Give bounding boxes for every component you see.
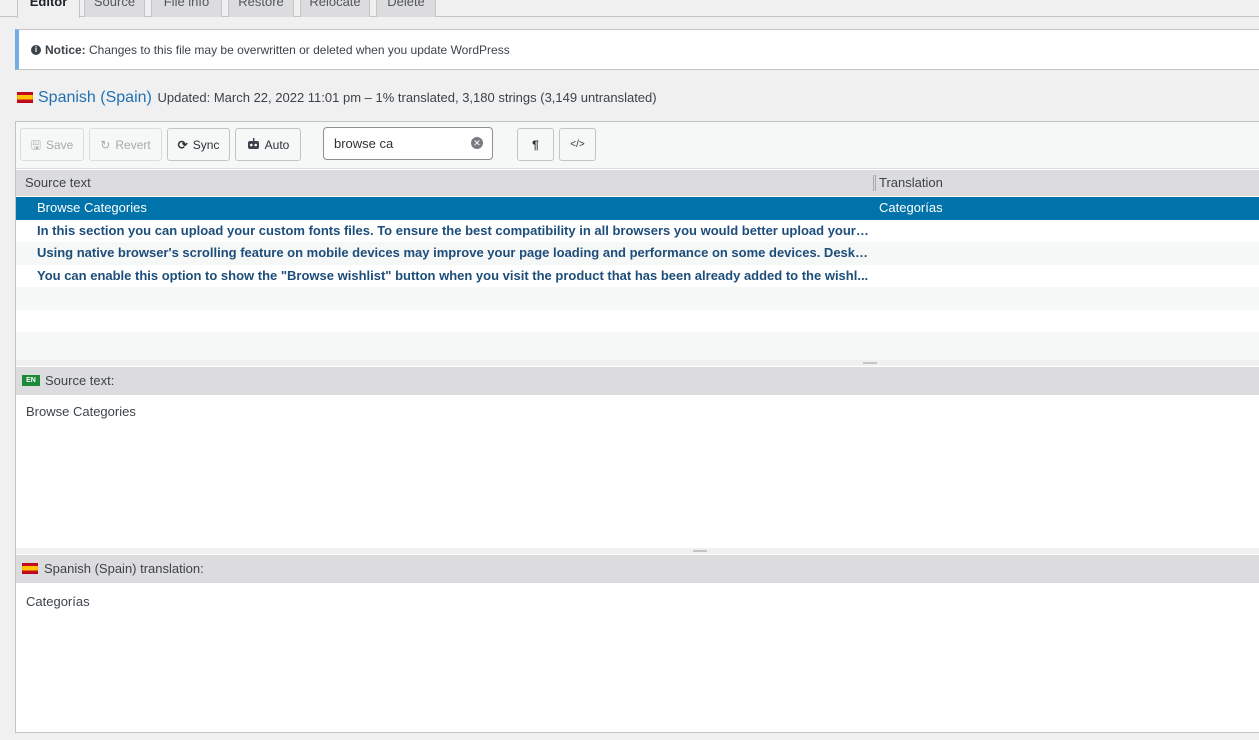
info-icon: i bbox=[31, 44, 41, 55]
column-source-text[interactable]: Source text bbox=[25, 170, 91, 196]
editor-panel: 🖫 Save ↻ Revert ⟳ Sync Auto browse ca ✕ … bbox=[15, 121, 1259, 733]
pilcrow-icon: ¶ bbox=[532, 137, 539, 152]
empty-row bbox=[16, 287, 1259, 310]
grip-icon bbox=[693, 550, 707, 552]
grip-icon bbox=[863, 362, 877, 364]
search-value: browse ca bbox=[334, 136, 394, 151]
translation-label: Spanish (Spain) translation: bbox=[44, 561, 204, 576]
save-label: Save bbox=[45, 137, 74, 152]
spain-flag-icon bbox=[17, 92, 33, 104]
robot-icon bbox=[247, 137, 260, 152]
search-input[interactable]: browse ca ✕ bbox=[323, 127, 493, 160]
tab-delete[interactable]: Delete bbox=[376, 0, 436, 17]
empty-row bbox=[16, 332, 1259, 360]
save-button[interactable]: 🖫 Save bbox=[20, 128, 84, 161]
english-flag-icon: EN bbox=[22, 375, 40, 387]
floppy-icon: 🖫 bbox=[30, 137, 41, 152]
tab-bar: Editor Source File info Restore Relocate… bbox=[0, 0, 1259, 18]
tab-editor[interactable]: Editor bbox=[17, 0, 80, 18]
translation-header: Spanish (Spain) translation: bbox=[16, 555, 1259, 583]
sync-icon: ⟳ bbox=[177, 137, 188, 152]
row-source: Browse Categories bbox=[37, 200, 147, 215]
editor-splitter[interactable] bbox=[16, 548, 1259, 554]
row-source: You can enable this option to show the "… bbox=[37, 267, 869, 283]
auto-label: Auto bbox=[264, 137, 290, 152]
auto-button[interactable]: Auto bbox=[235, 128, 301, 161]
clear-search-icon[interactable]: ✕ bbox=[471, 137, 483, 149]
toggle-invisibles-button[interactable]: ¶ bbox=[517, 128, 554, 161]
row-source: Using native browser's scrolling feature… bbox=[37, 245, 869, 260]
row-translation: Categorías bbox=[879, 200, 943, 215]
column-translation[interactable]: Translation bbox=[879, 170, 943, 196]
tab-relocate[interactable]: Relocate bbox=[300, 0, 370, 17]
tab-source[interactable]: Source bbox=[84, 0, 145, 17]
row-source: In this section you can upload your cust… bbox=[37, 222, 869, 238]
toggle-code-button[interactable]: </> bbox=[559, 128, 596, 161]
table-header: Source text Translation bbox=[16, 170, 1259, 196]
table-row[interactable]: Browse Categories Categorías bbox=[16, 197, 1259, 220]
language-header: Spanish (Spain) Updated: March 22, 2022 … bbox=[17, 88, 657, 108]
code-icon: </> bbox=[570, 139, 585, 150]
spain-flag-icon bbox=[22, 563, 38, 575]
language-status: Updated: March 22, 2022 11:01 pm – 1% tr… bbox=[157, 90, 657, 105]
empty-row bbox=[16, 310, 1259, 333]
revert-label: Revert bbox=[115, 137, 151, 152]
table-row[interactable]: In this section you can upload your cust… bbox=[16, 220, 1259, 243]
sync-label: Sync bbox=[192, 137, 220, 152]
revert-button[interactable]: ↻ Revert bbox=[89, 128, 162, 161]
notice-box: i Notice: Changes to this file may be ove… bbox=[15, 29, 1259, 70]
source-text-label: Source text: bbox=[45, 373, 115, 388]
table-row[interactable]: Using native browser's scrolling feature… bbox=[16, 242, 1259, 265]
source-text-header: EN Source text: bbox=[16, 367, 1259, 395]
tab-restore[interactable]: Restore bbox=[228, 0, 294, 17]
column-resize-handle[interactable] bbox=[873, 175, 876, 191]
source-text-content: Browse Categories bbox=[26, 404, 136, 419]
list-splitter[interactable] bbox=[16, 360, 1259, 366]
notice-label: Notice: bbox=[45, 43, 86, 57]
language-name-link[interactable]: Spanish (Spain) bbox=[38, 89, 152, 106]
table-row[interactable]: You can enable this option to show the "… bbox=[16, 265, 1259, 288]
tab-file-info[interactable]: File info bbox=[151, 0, 222, 17]
revert-icon: ↻ bbox=[100, 137, 111, 152]
editor-toolbar: 🖫 Save ↻ Revert ⟳ Sync Auto browse ca ✕ … bbox=[16, 122, 1259, 169]
translation-textarea[interactable]: Categorías bbox=[26, 594, 90, 609]
notice-text: Changes to this file may be overwritten … bbox=[89, 43, 510, 57]
sync-button[interactable]: ⟳ Sync bbox=[167, 128, 230, 161]
